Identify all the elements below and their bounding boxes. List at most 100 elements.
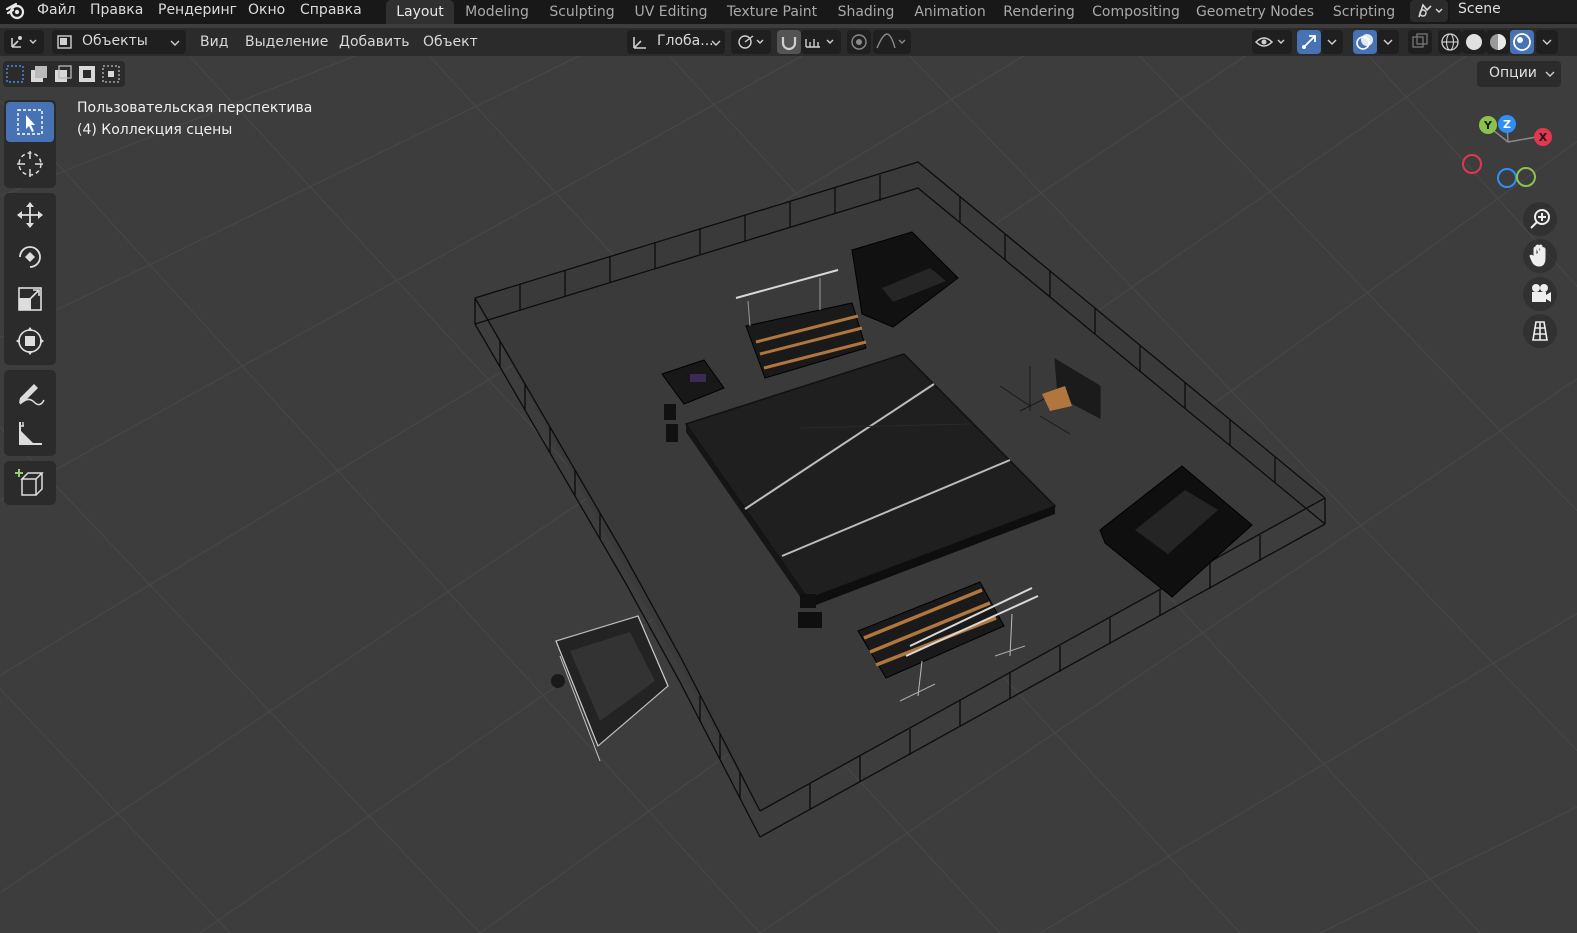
- rotate-icon: [19, 246, 41, 268]
- tab-texture-paint[interactable]: Texture Paint: [722, 0, 822, 24]
- gizmo-icon: [1302, 35, 1316, 49]
- pan-button[interactable]: [1523, 239, 1557, 273]
- menu-render[interactable]: Рендеринг: [158, 1, 237, 21]
- truss-booth: [551, 615, 669, 762]
- menu-file[interactable]: Файл: [37, 1, 76, 21]
- tool-cursor[interactable]: [6, 144, 54, 184]
- shading-wireframe[interactable]: [1438, 30, 1462, 54]
- shading-solid[interactable]: [1462, 30, 1486, 54]
- select-extend-icon[interactable]: [29, 64, 49, 84]
- tab-compositing[interactable]: Compositing: [1088, 0, 1184, 24]
- gizmo-dropdown[interactable]: [1321, 30, 1343, 54]
- snap-increment-icon: [805, 39, 834, 48]
- chevron-down-icon: [1327, 39, 1337, 45]
- xray-toggle[interactable]: [1408, 30, 1432, 54]
- navigation-gizmo[interactable]: Y Z X: [1460, 112, 1560, 202]
- menu-window[interactable]: Окно: [248, 1, 285, 21]
- tab-animation[interactable]: Animation: [910, 0, 990, 24]
- snap-target-dropdown[interactable]: [801, 30, 841, 54]
- axes-editor-icon: [11, 36, 37, 48]
- scene-name-field[interactable]: Scene: [1450, 0, 1577, 22]
- shading-rendered[interactable]: [1510, 30, 1534, 54]
- mode-dropdown[interactable]: Объекты: [52, 30, 186, 54]
- select-invert-icon[interactable]: [77, 64, 97, 84]
- zoom-button[interactable]: [1523, 202, 1557, 236]
- tool-transform[interactable]: [6, 321, 54, 361]
- chevron-down-icon: [1545, 71, 1555, 77]
- tab-sculpting[interactable]: Sculpting: [544, 0, 620, 24]
- shading-material[interactable]: [1486, 30, 1510, 54]
- viewport-scene[interactable]: [0, 56, 1577, 933]
- snap-toggle[interactable]: [777, 30, 801, 54]
- zoom-icon: [1530, 209, 1550, 229]
- select-subtract-icon[interactable]: [53, 64, 73, 84]
- tool-move[interactable]: [6, 195, 54, 235]
- orientation-label: Глоба...: [657, 33, 714, 49]
- overlays-icon: [1356, 34, 1373, 50]
- menu-select[interactable]: Выделение: [245, 32, 328, 52]
- tab-geometry-nodes[interactable]: Geometry Nodes: [1194, 0, 1316, 24]
- eye-icon: [1254, 37, 1285, 47]
- selection-modes: [3, 61, 125, 87]
- measure-icon: [19, 422, 42, 445]
- toolbar-group-select: [4, 100, 56, 188]
- gizmo-z-label: Z: [1503, 118, 1511, 131]
- shading-dropdown[interactable]: [1536, 30, 1558, 54]
- options-dropdown[interactable]: Опции: [1477, 61, 1561, 87]
- tool-rotate[interactable]: [6, 237, 54, 277]
- menu-view[interactable]: Вид: [200, 32, 228, 52]
- select-intersect-icon[interactable]: [101, 64, 121, 84]
- menu-edit[interactable]: Правка: [90, 1, 143, 21]
- tab-modeling[interactable]: Modeling: [460, 0, 534, 24]
- speaker-box-bottom-2: [800, 594, 816, 608]
- add-cube-icon: [15, 469, 44, 496]
- chevron-down-icon: [1542, 39, 1552, 45]
- tab-shading[interactable]: Shading: [832, 0, 900, 24]
- transform-orientation-dropdown[interactable]: Глоба...: [627, 30, 725, 54]
- visibility-dropdown[interactable]: [1252, 30, 1292, 54]
- editor-type-button[interactable]: [4, 30, 44, 54]
- overlays-toggle[interactable]: [1353, 30, 1377, 54]
- scene-selector-button[interactable]: [1410, 0, 1448, 22]
- chevron-down-icon: [711, 40, 721, 46]
- tool-measure[interactable]: [6, 414, 54, 454]
- tab-scripting[interactable]: Scripting: [1326, 0, 1402, 24]
- annotate-icon: [19, 384, 45, 406]
- tool-add-cube[interactable]: [6, 463, 54, 503]
- toolbar-group-add: [4, 461, 56, 505]
- tab-layout[interactable]: Layout: [386, 0, 454, 24]
- tab-rendering[interactable]: Rendering: [1000, 0, 1078, 24]
- camera-icon: [1532, 284, 1551, 302]
- toolbar-group-annotate: [4, 370, 56, 456]
- tool-select-box[interactable]: [6, 102, 54, 142]
- tool-scale[interactable]: [6, 279, 54, 319]
- mode-label: Объекты: [82, 33, 148, 49]
- proportional-falloff-dropdown[interactable]: [873, 30, 911, 54]
- transform-icon: [16, 327, 44, 355]
- speaker-box-bottom: [798, 612, 822, 628]
- wireframe-sphere-icon: [1441, 33, 1459, 51]
- 3d-viewport[interactable]: Пользовательская перспектива (4) Коллекц…: [0, 56, 1577, 933]
- gizmo-y-label: Y: [1483, 119, 1493, 132]
- solid-sphere-icon: [1466, 34, 1482, 50]
- scene-icon: [1418, 3, 1443, 18]
- material-sphere-icon: [1490, 34, 1506, 50]
- select-box-icon: [17, 109, 43, 135]
- toggle-projection-button[interactable]: [1523, 314, 1557, 348]
- proportional-edit-toggle[interactable]: [847, 30, 871, 54]
- camera-view-button[interactable]: [1523, 277, 1557, 311]
- select-new-icon[interactable]: [5, 64, 25, 84]
- tool-annotate[interactable]: [6, 372, 54, 412]
- tab-uv-editing[interactable]: UV Editing: [630, 0, 712, 24]
- object-mode-icon: [57, 35, 72, 49]
- blender-logo-icon[interactable]: [4, 1, 26, 21]
- overlays-dropdown[interactable]: [1377, 30, 1399, 54]
- move-icon: [17, 202, 43, 228]
- pivot-point-dropdown[interactable]: [731, 30, 771, 54]
- menu-add[interactable]: Добавить: [339, 32, 409, 52]
- scale-icon: [18, 287, 42, 311]
- gizmo-toggle[interactable]: [1297, 30, 1321, 54]
- proportional-icon: [851, 34, 867, 50]
- menu-object[interactable]: Объект: [423, 32, 478, 52]
- menu-help[interactable]: Справка: [300, 1, 362, 21]
